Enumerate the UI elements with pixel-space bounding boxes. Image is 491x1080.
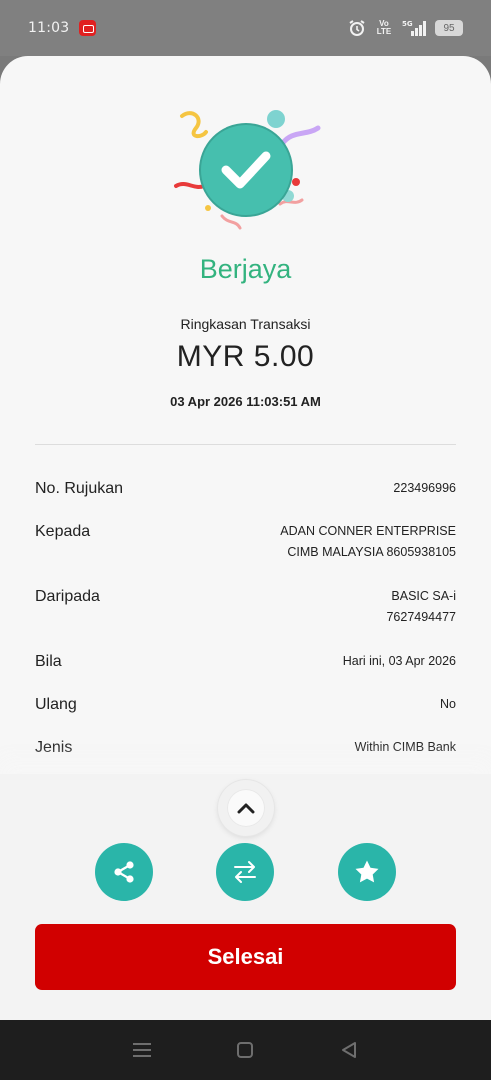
source-account-name: BASIC SA-i (391, 589, 456, 603)
detail-label: Jenis (35, 739, 73, 756)
status-icons: Vo LTE 5G 95 (348, 19, 463, 37)
detail-value: Hari ini, 03 Apr 2026 (342, 654, 456, 668)
detail-value: No (440, 697, 456, 711)
summary-label: Ringkasan Transaksi (180, 316, 311, 332)
app-notification-icon (79, 20, 97, 36)
share-icon (114, 861, 134, 883)
detail-label: Daripada (35, 588, 100, 605)
recipient-name: ADAN CONNER ENTERPRISE (280, 524, 456, 538)
status-bar: 11:03 Vo LTE 5G 95 (0, 0, 491, 56)
detail-row-reference: No. Rujukan 223496996 (35, 478, 456, 499)
add-favourite-button[interactable] (338, 843, 396, 901)
signal-icon: 5G (402, 19, 426, 37)
collapse-toggle-button[interactable] (218, 780, 274, 836)
detail-row-type: Jenis Within CIMB Bank (35, 737, 456, 758)
detail-row-repeat: Ulang No (35, 694, 456, 715)
battery-icon: 95 (435, 20, 463, 36)
volte-icon: Vo LTE (376, 19, 392, 36)
back-icon[interactable] (337, 1038, 361, 1062)
recipient-account: CIMB MALAYSIA 8605938105 (287, 545, 456, 559)
done-button[interactable]: Selesai (35, 924, 456, 990)
detail-value: ADAN CONNER ENTERPRISE CIMB MALAYSIA 860… (280, 521, 456, 563)
transaction-datetime: 03 Apr 2026 11:03:51 AM (170, 394, 321, 409)
amount-value: MYR 5.00 (176, 340, 315, 373)
detail-row-from: Daripada BASIC SA-i 7627494477 (35, 586, 456, 628)
home-icon[interactable] (233, 1038, 257, 1062)
repeat-transfer-button[interactable] (216, 843, 274, 901)
chevron-up-icon (227, 789, 265, 827)
menu-icon[interactable] (130, 1038, 154, 1062)
alarm-icon (348, 19, 366, 37)
success-check-icon (174, 110, 321, 230)
action-panel: Selesai (0, 774, 491, 1020)
detail-label: Ulang (35, 696, 77, 713)
svg-text:5G: 5G (402, 20, 413, 28)
detail-label: No. Rujukan (35, 480, 124, 497)
detail-value: Within CIMB Bank (354, 740, 456, 754)
detail-value: 223496996 (393, 481, 456, 495)
status-title: Berjaya (199, 254, 292, 284)
share-button[interactable] (95, 843, 153, 901)
detail-row-when: Bila Hari ini, 03 Apr 2026 (35, 651, 456, 672)
status-time: 11:03 (28, 20, 70, 36)
detail-value: BASIC SA-i 7627494477 (386, 586, 456, 628)
divider (35, 444, 456, 445)
star-icon (355, 860, 379, 883)
transfer-arrows-icon (234, 861, 256, 883)
detail-row-to: Kepada ADAN CONNER ENTERPRISE CIMB MALAY… (35, 521, 456, 563)
transaction-result-sheet: Berjaya Ringkasan Transaksi MYR 5.00 03 … (0, 56, 491, 1020)
detail-label: Bila (35, 653, 62, 670)
detail-label: Kepada (35, 523, 91, 540)
source-account-number: 7627494477 (386, 610, 456, 624)
system-nav-bar (0, 1020, 491, 1080)
